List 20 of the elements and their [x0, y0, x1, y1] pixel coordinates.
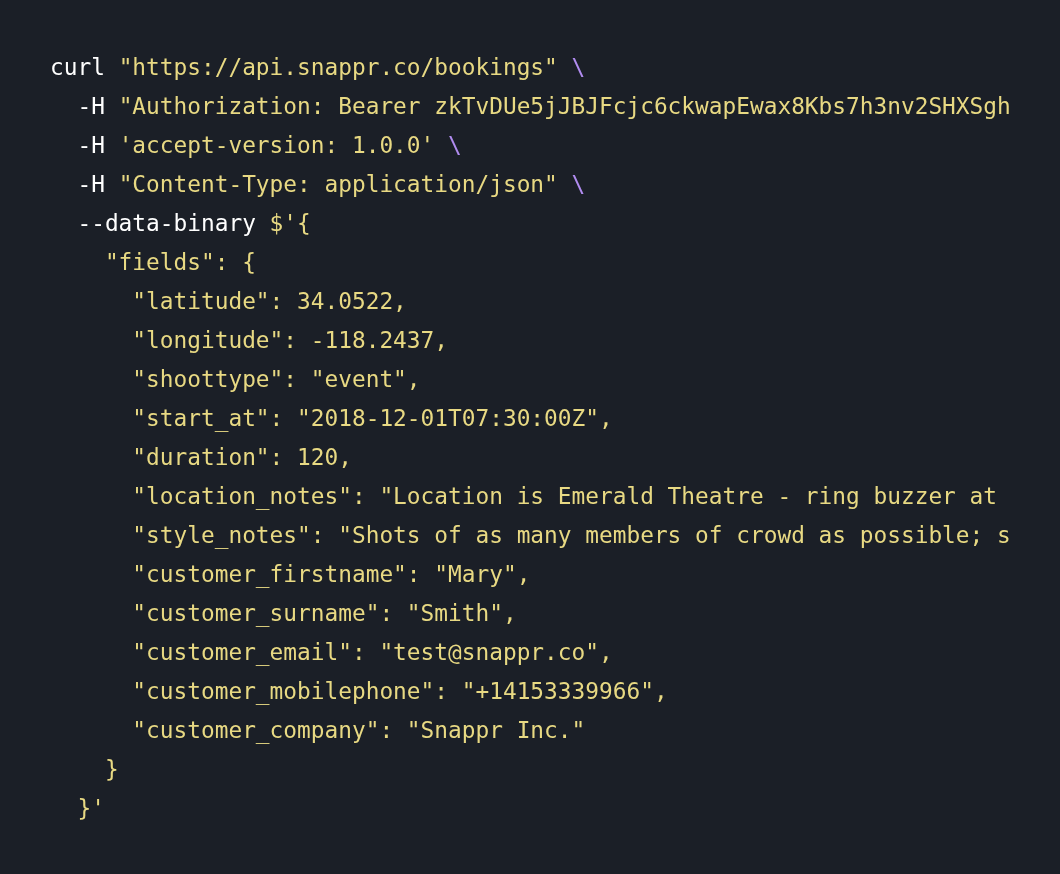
code-line: "fields": { [103, 248, 256, 277]
code-line: -H "Content-Type: application/json" \ [76, 170, 586, 199]
code-line: "location_notes": "Location is Emerald Theatre - ring buzzer at [131, 482, 998, 512]
code-line: "customer_mobilephone": "+14153339966", [131, 677, 668, 707]
code-line: "duration": 120, [131, 443, 352, 472]
code-line: "customer_firstname": "Mary", [131, 560, 531, 590]
code-line: -H 'accept-version: 1.0.0' \ [76, 131, 462, 160]
code-line: "style_notes": "Shots of as many members of crowd as possible; s [131, 521, 1011, 551]
code-line: curl "https://api.snappr.co/bookings" \ [50, 53, 586, 82]
code-line: "longitude": -118.2437, [131, 326, 449, 355]
code-line: "customer_surname": "Smith", [131, 599, 517, 629]
code-line: "latitude": 34.0522, [131, 287, 407, 316]
code-line: "customer_email": "test@snappr.co", [131, 638, 613, 668]
code-line: --data-binary $'{ [76, 209, 311, 238]
code-line: } [103, 755, 119, 784]
code-line: }' [76, 794, 105, 823]
code-line: "start_at": "2018-12-01T07:30:00Z", [131, 404, 613, 434]
code-line: "shoottype": "event", [131, 365, 421, 394]
code-line: -H "Authorization: Bearer zkTvDUe5jJBJFcjc6ckwapEwax8Kbs7h3nv2SHXSgh [76, 92, 1011, 121]
code-line: "customer_company": "Snappr Inc." [131, 716, 586, 746]
